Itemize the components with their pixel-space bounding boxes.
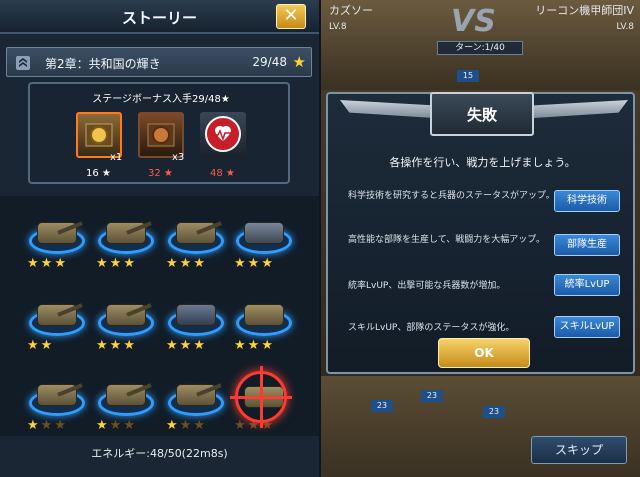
- stage-node[interactable]: ★★★: [166, 216, 226, 274]
- stage-node[interactable]: ★★★: [234, 216, 294, 274]
- jeep-icon: [244, 222, 284, 244]
- unit-level-badge: 23: [371, 400, 393, 412]
- story-header: ストーリー ✕: [0, 0, 319, 34]
- battlefield-bottom: 23 23 23 スキップ: [321, 376, 640, 477]
- armored-car-icon: [176, 304, 216, 326]
- player-level: LV.8: [329, 22, 347, 32]
- unit-level-badge: 23: [421, 390, 443, 402]
- chapter-title: 第2章：共和国の輝き: [45, 57, 161, 71]
- reward-repair-kit[interactable]: [200, 112, 246, 158]
- stage-stars: ★★★: [166, 338, 207, 353]
- tip-text: 統率LvUP、出撃可能な兵器数が増加。: [348, 281, 506, 291]
- tip-text: 高性能な部隊を生産して、戦闘力を大幅アップ。: [348, 235, 546, 245]
- enemy-name: リーコン機甲師団IV: [535, 4, 634, 17]
- skill-lvup-button[interactable]: スキルLvUP: [554, 316, 620, 338]
- battle-result-panel: カズソー リーコン機甲師団IV LV.8 LV.8 VS ターン:1/40 15…: [321, 0, 640, 477]
- stage-stars: ★★★: [96, 256, 137, 271]
- stage-stars: ★★★: [166, 418, 207, 433]
- chapter-star-count: 29/48: [252, 55, 287, 69]
- stage-stars: ★★★: [27, 256, 68, 271]
- heartbeat-shield-icon: [205, 116, 241, 152]
- command-lvup-button[interactable]: 統率LvUP: [554, 274, 620, 296]
- unit-level-badge: 23: [483, 406, 505, 418]
- failure-dialog: 失敗 各操作を行い、戦力を上げましょう。 科学技術を研究すると兵器のステータスが…: [326, 92, 635, 374]
- reward-qty: x1: [110, 152, 123, 163]
- stage-node[interactable]: ★★★: [27, 216, 87, 274]
- target-crosshair-icon: [230, 366, 292, 428]
- tip-text: 科学技術を研究すると兵器のステータスがアップ。: [348, 191, 555, 201]
- battle-header: カズソー リーコン機甲師団IV LV.8 LV.8 VS ターン:1/40 15: [321, 0, 640, 90]
- story-panel: ストーリー ✕ 第2章：共和国の輝き 29/48 ★ ステージボーナス入手29/…: [0, 0, 319, 477]
- stage-node[interactable]: ★★★: [96, 298, 156, 356]
- skip-button[interactable]: スキップ: [531, 436, 627, 464]
- energy-status: エネルギー:48/50(22m8s): [91, 447, 228, 460]
- produce-units-button[interactable]: 部隊生産: [554, 234, 620, 256]
- close-button[interactable]: ✕: [276, 4, 306, 29]
- stage-node[interactable]: ★★: [27, 298, 87, 356]
- star-icon: ★: [292, 53, 306, 71]
- story-title: ストーリー: [121, 9, 197, 27]
- reward-requirement: 32 ★: [148, 168, 173, 179]
- stage-stars: ★★: [27, 338, 55, 353]
- chapter-bar[interactable]: 第2章：共和国の輝き 29/48 ★: [6, 47, 312, 77]
- stage-stars: ★★★: [96, 338, 137, 353]
- research-button[interactable]: 科学技術: [554, 190, 620, 212]
- dialog-lead: 各操作を行い、戦力を上げましょう。: [389, 156, 576, 169]
- reward-requirement: 48 ★: [210, 168, 235, 179]
- stage-bonus-box: ステージボーナス入手29/48★ x1 16 ★ x3 32 ★ 48 ★: [28, 82, 290, 184]
- reward-requirement: 16 ★: [86, 168, 111, 179]
- stage-node[interactable]: ★★★: [27, 378, 87, 436]
- chevron-rank-icon: [16, 56, 30, 70]
- truck-icon: [244, 304, 284, 326]
- reward-qty: x3: [172, 152, 185, 163]
- stage-node[interactable]: ★★★: [96, 378, 156, 436]
- banner-wing-left: [340, 100, 434, 118]
- stage-node[interactable]: ★★★: [234, 298, 294, 356]
- bronze-medal-crate-icon: [147, 123, 175, 147]
- stage-node[interactable]: ★★★: [166, 298, 226, 356]
- stage-stars: ★★★: [166, 256, 207, 271]
- tip-text: スキルLvUP、部隊のステータスが強化。: [348, 323, 515, 333]
- unit-level-badge: 15: [457, 70, 479, 82]
- ok-button[interactable]: OK: [438, 338, 530, 368]
- player-name: カズソー: [329, 4, 373, 17]
- dialog-title: 失敗: [466, 106, 497, 124]
- banner-wing-right: [534, 100, 628, 118]
- stage-stars: ★★★: [96, 418, 137, 433]
- stage-stars: ★★★: [234, 338, 275, 353]
- stage-stars: ★★★: [27, 418, 68, 433]
- gold-medal-crate-icon: [85, 123, 113, 147]
- stage-node[interactable]: ★★★: [96, 216, 156, 274]
- enemy-level: LV.8: [616, 22, 634, 32]
- turn-counter: ターン:1/40: [437, 41, 523, 55]
- stage-stars: ★★★: [234, 256, 275, 271]
- vs-emblem: VS: [451, 4, 496, 39]
- stage-bonus-title: ステージボーナス入手29/48★: [92, 94, 230, 105]
- stage-node[interactable]: ★★★: [166, 378, 226, 436]
